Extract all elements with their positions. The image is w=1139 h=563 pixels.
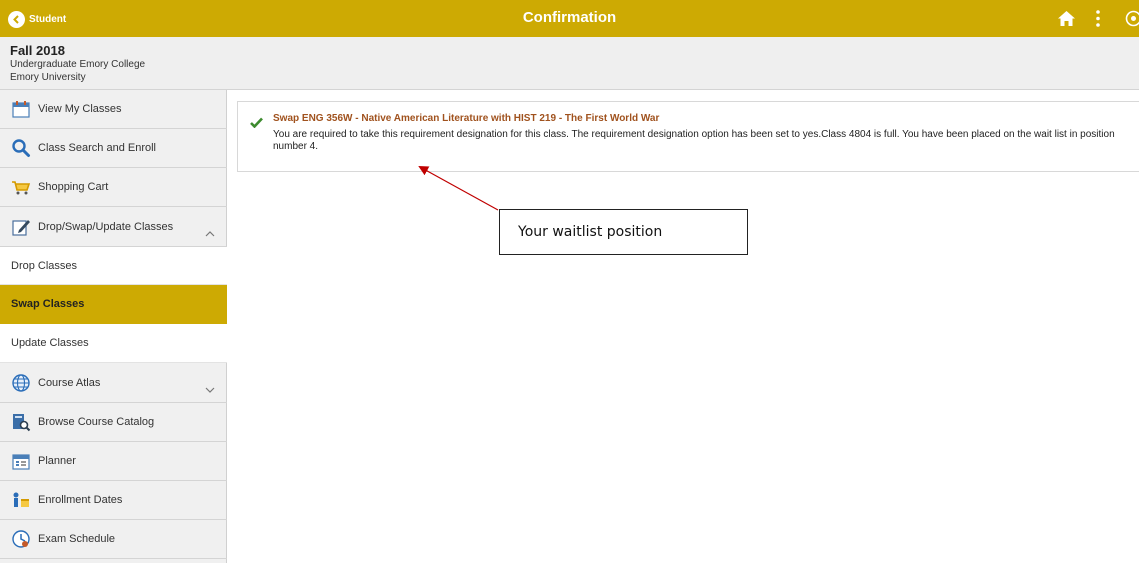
sidebar-subitem-drop-classes[interactable]: Drop Classes [0, 247, 227, 285]
catalog-icon [11, 412, 31, 432]
page-title: Confirmation [522, 9, 617, 26]
sidebar-nav: View My Classes Class Search and Enroll … [0, 90, 227, 563]
sidebar-item-label: Planner [38, 455, 76, 467]
message-body: You are required to take this requiremen… [273, 129, 1115, 152]
term-career: Undergraduate Emory College [10, 59, 146, 70]
chevron-down-icon [205, 380, 215, 393]
kebab-menu-icon[interactable] [1093, 9, 1103, 28]
term-header: Fall 2018 Undergraduate Emory College Em… [0, 37, 1139, 90]
sidebar-subitem-label: Swap Classes [11, 298, 85, 310]
sidebar-item-label: Class Search and Enroll [38, 142, 157, 154]
calendar-icon [11, 99, 31, 119]
sidebar-item-class-search[interactable]: Class Search and Enroll [0, 129, 227, 168]
sidebar-item-label: Browse Course Catalog [38, 416, 155, 428]
checkmark-icon [250, 115, 263, 129]
enrollment-dates-icon [11, 490, 31, 510]
sidebar-item-label: Course Atlas [38, 376, 101, 389]
sidebar-subitem-label: Update Classes [11, 337, 89, 349]
globe-icon [11, 373, 31, 393]
header-bar: Student Confirmation [0, 0, 1139, 37]
sidebar-subitem-label: Drop Classes [11, 259, 78, 272]
chevron-up-icon [205, 224, 215, 236]
sidebar-item-label: Exam Schedule [38, 533, 116, 545]
sidebar-item-label: Drop/Swap/Update Classes [38, 220, 174, 233]
sidebar-subitem-update-classes[interactable]: Update Classes [0, 324, 227, 363]
sidebar-item-drop-swap-update[interactable]: Drop/Swap/Update Classes [0, 207, 227, 247]
sidebar-item-view-my-classes[interactable]: View My Classes [0, 90, 227, 129]
message-title: Swap ENG 356W - Native American Literatu… [273, 113, 660, 124]
sidebar-item-label: Shopping Cart [38, 181, 109, 193]
sidebar-item-exam-schedule[interactable]: Exam Schedule [0, 520, 227, 559]
term-institution: Emory University [10, 72, 86, 83]
planner-icon [11, 451, 31, 471]
sidebar-item-enrollment-dates[interactable]: Enrollment Dates [0, 481, 227, 520]
sidebar-item-label: Enrollment Dates [38, 494, 123, 506]
home-icon[interactable] [1057, 10, 1076, 27]
sidebar-item-shopping-cart[interactable]: Shopping Cart [0, 168, 227, 207]
cart-icon [11, 177, 31, 197]
edit-icon [11, 217, 31, 237]
sidebar-item-course-atlas[interactable]: Course Atlas [0, 363, 227, 403]
confirmation-message: Swap ENG 356W - Native American Literatu… [237, 101, 1139, 172]
term-title: Fall 2018 [10, 43, 65, 58]
sidebar-subitem-swap-classes[interactable]: Swap Classes [0, 285, 227, 324]
annotation-callout: Your waitlist position [499, 209, 748, 255]
navbar-icon[interactable] [1125, 10, 1139, 27]
exam-schedule-icon [11, 529, 31, 549]
search-icon [11, 138, 31, 158]
sidebar-item-label: View My Classes [38, 103, 122, 115]
sidebar-item-planner[interactable]: Planner [0, 442, 227, 481]
sidebar-item-browse-course-catalog[interactable]: Browse Course Catalog [0, 403, 227, 442]
main-content: Swap ENG 356W - Native American Literatu… [227, 90, 1139, 563]
